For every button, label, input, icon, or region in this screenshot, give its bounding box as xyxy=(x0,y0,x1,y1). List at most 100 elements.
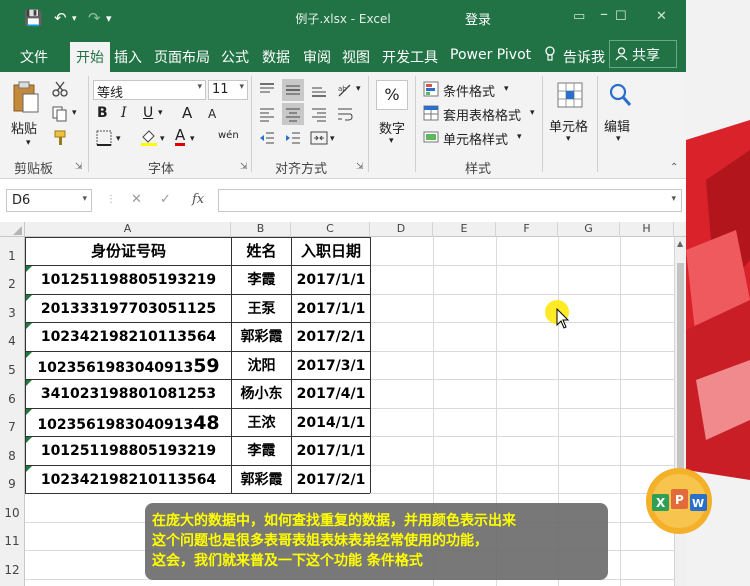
cell-id[interactable]: 102342198210113564 xyxy=(26,466,231,494)
alignment-launcher-icon[interactable]: ⇲ xyxy=(356,162,364,172)
cell-date[interactable]: 2017/2/1 xyxy=(292,466,370,494)
header-id-number[interactable]: 身份证号码 xyxy=(26,237,231,265)
cell-date[interactable]: 2017/1/1 xyxy=(292,266,370,294)
middle-align-icon[interactable] xyxy=(284,82,302,98)
fill-color-dropdown-icon[interactable]: ▾ xyxy=(160,134,165,144)
cell-date[interactable]: 2017/4/1 xyxy=(292,380,370,408)
column-header-h[interactable]: H xyxy=(620,222,674,237)
tab-formulas[interactable]: 公式 xyxy=(221,47,249,67)
conditional-formatting-icon[interactable] xyxy=(423,81,439,97)
underline-button[interactable]: U xyxy=(143,105,153,121)
row-header[interactable]: 1 xyxy=(0,249,24,263)
fill-color-icon[interactable] xyxy=(140,129,158,147)
close-icon[interactable]: ✕ xyxy=(656,9,667,24)
format-painter-icon[interactable] xyxy=(52,130,68,146)
cells-icon[interactable] xyxy=(556,81,584,109)
column-header-a[interactable]: A xyxy=(25,222,231,237)
cell-date[interactable]: 2014/1/1 xyxy=(292,409,370,437)
tab-power-pivot[interactable]: Power Pivot xyxy=(450,47,531,63)
cell-id[interactable]: 102356198304091359 xyxy=(26,352,231,380)
conditional-formatting-button[interactable]: 条件格式 xyxy=(443,81,495,100)
cells-button[interactable]: 单元格 xyxy=(549,116,588,135)
format-as-table-dropdown-icon[interactable]: ▾ xyxy=(530,108,535,118)
merge-center-icon[interactable] xyxy=(310,130,328,146)
column-header-d[interactable]: D xyxy=(370,222,433,237)
tell-me-search[interactable]: 告诉我 xyxy=(563,47,605,67)
find-icon[interactable] xyxy=(606,81,634,109)
cell-name[interactable]: 李霞 xyxy=(232,266,291,294)
cancel-entry-icon[interactable]: ✕ xyxy=(131,192,142,207)
scroll-up-icon[interactable]: ▲ xyxy=(677,239,683,248)
tab-insert[interactable]: 插入 xyxy=(114,47,142,67)
cell-name[interactable]: 沈阳 xyxy=(232,352,291,380)
format-as-table-icon[interactable] xyxy=(423,105,439,121)
row-header[interactable]: 7 xyxy=(0,420,24,434)
orientation-dropdown-icon[interactable]: ▾ xyxy=(356,84,361,94)
tab-review[interactable]: 审阅 xyxy=(303,47,331,67)
cell-id[interactable]: 341023198801081253 xyxy=(26,380,231,408)
row-header[interactable]: 4 xyxy=(0,334,24,348)
font-size-select[interactable]: 11 ▾ xyxy=(208,80,248,100)
share-button[interactable]: 共享 xyxy=(609,40,677,68)
italic-button[interactable]: I xyxy=(121,105,127,121)
align-left-icon[interactable] xyxy=(258,106,276,122)
row-header[interactable]: 9 xyxy=(0,477,24,491)
decrease-indent-icon[interactable] xyxy=(258,130,276,146)
editing-button[interactable]: 编辑 xyxy=(604,116,630,135)
cell-name[interactable]: 郭彩霞 xyxy=(232,466,291,494)
login-button[interactable]: 登录 xyxy=(465,9,491,28)
borders-dropdown-icon[interactable]: ▾ xyxy=(116,134,121,144)
top-align-icon[interactable] xyxy=(258,82,276,98)
orientation-icon[interactable]: ab xyxy=(336,82,354,98)
tab-data[interactable]: 数据 xyxy=(262,47,290,67)
header-name[interactable]: 姓名 xyxy=(232,237,291,265)
number-format-icon[interactable]: % xyxy=(376,80,408,110)
select-all-button[interactable] xyxy=(0,222,25,237)
maximize-icon[interactable]: ☐ xyxy=(615,9,627,24)
cut-icon[interactable] xyxy=(52,81,68,97)
cell-date[interactable]: 2017/2/1 xyxy=(292,323,370,351)
underline-dropdown-icon[interactable]: ▾ xyxy=(158,108,163,118)
column-header-g[interactable]: G xyxy=(558,222,620,237)
editing-dropdown-icon[interactable]: ▾ xyxy=(616,134,621,144)
insert-function-icon[interactable]: fx xyxy=(192,192,204,207)
row-header[interactable]: 12 xyxy=(0,563,24,577)
bottom-align-icon[interactable] xyxy=(310,82,328,98)
align-center-icon[interactable] xyxy=(284,106,302,122)
phonetic-guide-button[interactable]: wén xyxy=(218,130,239,141)
minimize-icon[interactable]: – xyxy=(600,4,608,23)
shrink-font-button[interactable]: A xyxy=(208,107,216,121)
copy-dropdown-icon[interactable]: ▾ xyxy=(72,108,77,118)
cell-id[interactable]: 101251198805193219 xyxy=(26,437,231,465)
cell-date[interactable]: 2017/1/1 xyxy=(292,437,370,465)
number-dropdown-icon[interactable]: ▾ xyxy=(389,136,394,146)
row-header[interactable]: 5 xyxy=(0,363,24,377)
column-header-f[interactable]: F xyxy=(496,222,558,237)
conditional-formatting-dropdown-icon[interactable]: ▾ xyxy=(504,84,509,94)
cell-name[interactable]: 李霞 xyxy=(232,437,291,465)
cells-dropdown-icon[interactable]: ▾ xyxy=(566,134,571,144)
cell-id[interactable]: 201333197703051125 xyxy=(26,295,231,323)
cell-name[interactable]: 王浓 xyxy=(232,409,291,437)
collapse-ribbon-icon[interactable]: ⌃ xyxy=(670,162,678,173)
cell-name[interactable]: 郭彩霞 xyxy=(232,323,291,351)
paste-label[interactable]: 粘贴 xyxy=(11,118,37,137)
cell-id[interactable]: 101251198805193219 xyxy=(26,266,231,294)
bold-button[interactable]: B xyxy=(97,105,108,121)
cell-styles-icon[interactable] xyxy=(423,129,439,145)
clipboard-launcher-icon[interactable]: ⇲ xyxy=(75,162,83,172)
paste-dropdown-icon[interactable]: ▾ xyxy=(26,138,31,148)
row-header[interactable]: 8 xyxy=(0,449,24,463)
merge-dropdown-icon[interactable]: ▾ xyxy=(330,134,335,144)
cell-styles-dropdown-icon[interactable]: ▾ xyxy=(517,132,522,142)
column-header-e[interactable]: E xyxy=(433,222,496,237)
number-button[interactable]: 数字 xyxy=(379,118,405,137)
tab-view[interactable]: 视图 xyxy=(342,47,370,67)
cell-id[interactable]: 102356198304091348 xyxy=(26,409,231,437)
row-header[interactable]: 11 xyxy=(0,534,24,548)
cell-date[interactable]: 2017/3/1 xyxy=(292,352,370,380)
ribbon-display-options-icon[interactable]: ▭ xyxy=(573,9,585,24)
grow-font-button[interactable]: A xyxy=(182,104,192,122)
copy-icon[interactable] xyxy=(52,106,68,122)
font-color-dropdown-icon[interactable]: ▾ xyxy=(190,134,195,144)
